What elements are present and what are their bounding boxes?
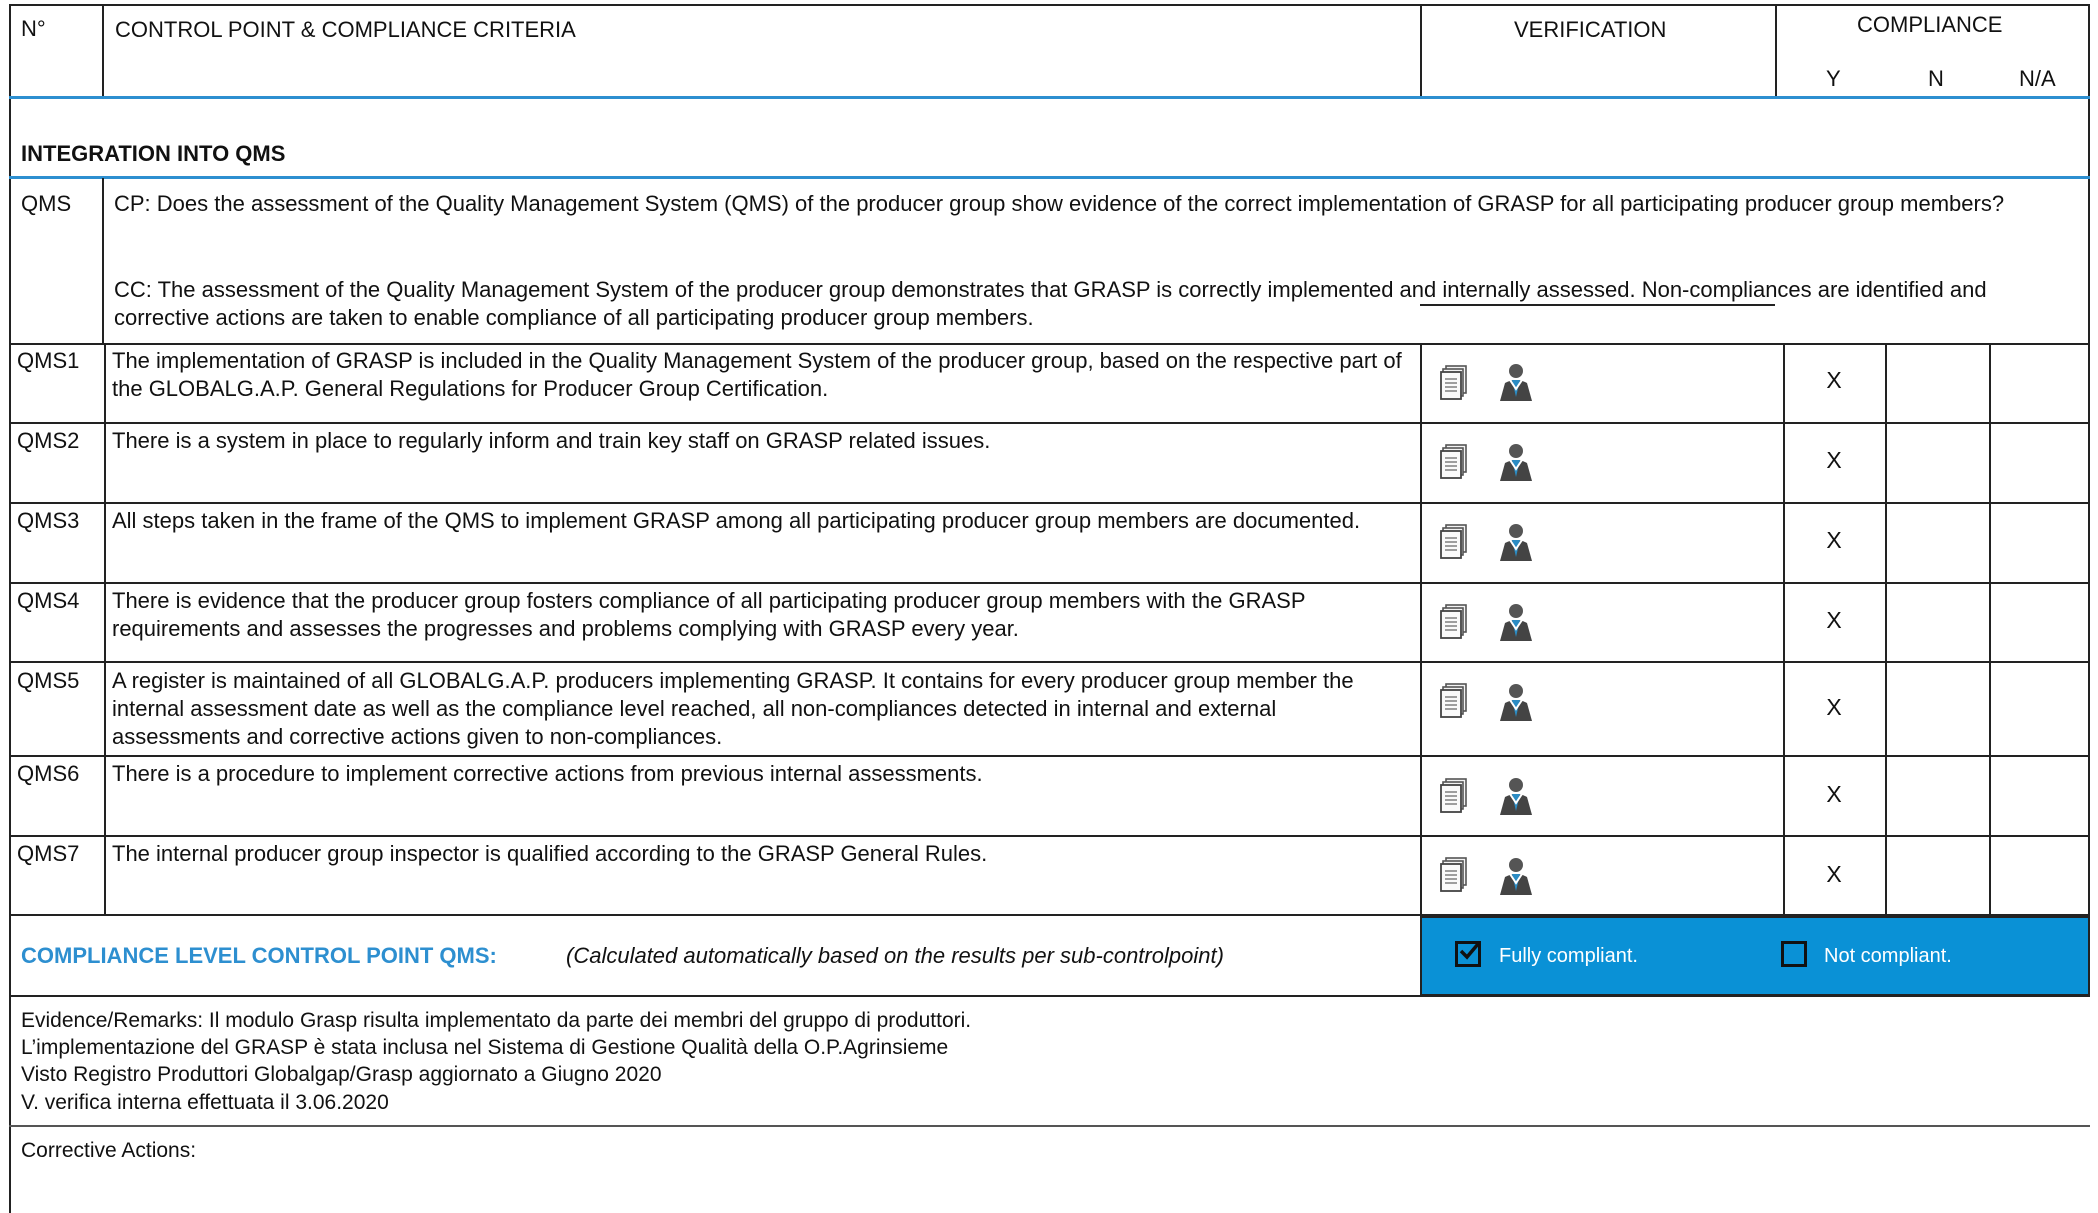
- section-title: INTEGRATION INTO QMS: [21, 141, 286, 166]
- row-id: QMS1: [17, 348, 80, 373]
- row-text: All steps taken in the frame of the QMS …: [112, 508, 1361, 533]
- row-id: QMS6: [17, 761, 80, 786]
- document-icon: [1440, 444, 1467, 479]
- row-id: QMS2: [17, 428, 80, 453]
- header-control-point: CONTROL POINT & COMPLIANCE CRITERIA: [115, 17, 576, 42]
- person-icon: [1500, 858, 1532, 895]
- person-icon: [1500, 444, 1532, 481]
- row-id: QMS3: [17, 508, 80, 533]
- not-compliant-checkbox[interactable]: [1781, 941, 1807, 967]
- compliance-level-note: (Calculated automatically based on the r…: [566, 943, 1224, 968]
- header-no: N°: [21, 16, 46, 41]
- corrective-actions-label: Corrective Actions:: [21, 1139, 197, 1162]
- person-icon: [1500, 364, 1532, 401]
- compliance-level-label: COMPLIANCE LEVEL CONTROL POINT QMS:: [21, 943, 497, 968]
- fully-compliant-label: Fully compliant.: [1499, 945, 1638, 967]
- qms-control-point: CP: Does the assessment of the Quality M…: [114, 191, 2005, 216]
- header-y: Y: [1826, 66, 1841, 91]
- compliance-y-mark[interactable]: X: [1814, 861, 1854, 888]
- compliance-y-mark[interactable]: X: [1814, 694, 1854, 721]
- evidence-line: V. verifica interna effettuata il 3.06.2…: [21, 1091, 389, 1114]
- evidence-line: L’implementazione del GRASP è stata incl…: [21, 1036, 949, 1059]
- document-icon: [1440, 683, 1467, 718]
- checkmark-icon: [1459, 942, 1480, 960]
- person-icon: [1500, 524, 1532, 561]
- row-id: QMS4: [17, 588, 80, 613]
- row-text: The internal producer group inspector is…: [112, 841, 988, 866]
- header-verification: VERIFICATION: [1514, 17, 1667, 42]
- row-text: The implementation of GRASP is included …: [112, 348, 1402, 401]
- document-icon: [1440, 778, 1467, 813]
- compliance-y-mark[interactable]: X: [1814, 447, 1854, 474]
- header-n: N: [1928, 66, 1944, 91]
- document-icon: [1440, 857, 1467, 892]
- document-icon: [1440, 524, 1467, 559]
- not-compliant-label: Not compliant.: [1824, 945, 1952, 967]
- compliance-y-mark[interactable]: X: [1814, 607, 1854, 634]
- document-icon: [1440, 604, 1467, 639]
- person-icon: [1500, 604, 1532, 641]
- compliance-y-mark[interactable]: X: [1814, 527, 1854, 554]
- evidence-line: Evidence/Remarks: Il modulo Grasp risult…: [21, 1009, 972, 1032]
- document-icon: [1440, 365, 1467, 400]
- compliance-y-mark[interactable]: X: [1814, 781, 1854, 808]
- header-compliance: COMPLIANCE: [1857, 12, 2003, 37]
- row-text: A register is maintained of all GLOBALG.…: [112, 668, 1354, 749]
- row-text: There is evidence that the producer grou…: [112, 588, 1306, 641]
- person-icon: [1500, 684, 1532, 721]
- evidence-line: Visto Registro Produttori Globalgap/Gras…: [21, 1063, 662, 1086]
- row-text: There is a procedure to implement correc…: [112, 761, 983, 786]
- compliance-y-mark[interactable]: X: [1814, 367, 1854, 394]
- row-id: QMS7: [17, 841, 80, 866]
- header-na: N/A: [2019, 66, 2056, 91]
- row-text: There is a system in place to regularly …: [112, 428, 991, 453]
- qms-id: QMS: [21, 191, 72, 216]
- row-id: QMS5: [17, 668, 80, 693]
- person-icon: [1500, 778, 1532, 815]
- qms-compliance-criteria: CC: The assessment of the Quality Manage…: [114, 277, 1987, 330]
